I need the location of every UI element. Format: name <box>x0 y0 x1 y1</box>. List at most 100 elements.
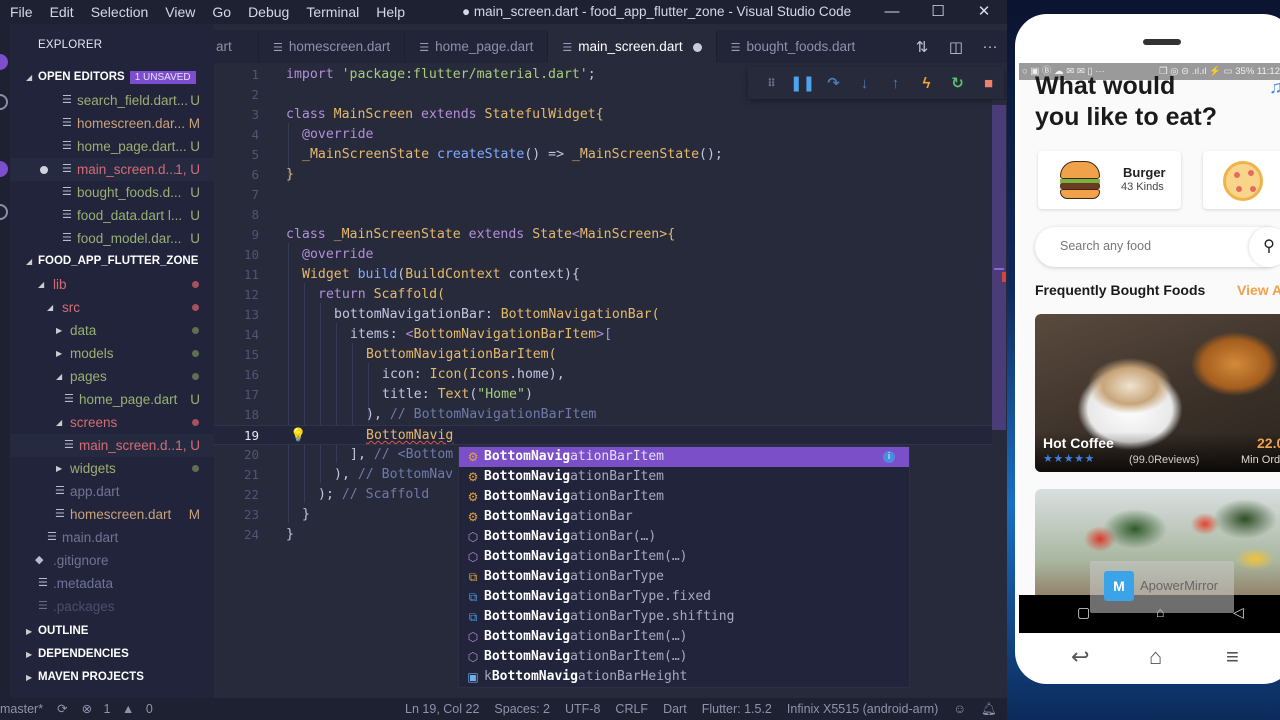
tree-file-gitignore[interactable]: ◆ .gitignore <box>10 549 214 572</box>
suggestion-item[interactable]: ⬡ BottomNavigationBar(…) <box>459 527 909 547</box>
menu-go[interactable]: Go <box>212 4 231 20</box>
editor-tabs: art ☰ homescreen.dart ☰ home_page.dart ☰ ma… <box>214 30 1007 63</box>
tab-home-page[interactable]: ☰ home_page.dart <box>405 30 549 63</box>
tree-folder-lib[interactable]: ◢ lib <box>10 273 214 296</box>
suggestion-item[interactable]: ⧉ BottomNavigationBarType.shifting <box>459 607 909 627</box>
hw-back-icon[interactable]: ↩ <box>1071 644 1089 670</box>
category-card-burger[interactable]: Burger 43 Kinds <box>1038 151 1181 209</box>
menu-help[interactable]: Help <box>376 4 405 20</box>
tree-folder-widgets[interactable]: ▶ widgets <box>10 457 214 480</box>
open-editor-item[interactable]: ☰ home_page.dart... U <box>10 135 214 158</box>
tree-file-main[interactable]: ☰ main.dart <box>10 526 214 549</box>
suggestion-item[interactable]: ⚙ BottomNavigationBar <box>459 507 909 527</box>
food-search-field[interactable]: Search any food ⚲ <box>1035 227 1280 267</box>
line-ending[interactable]: CRLF <box>615 698 648 720</box>
open-editor-item-active[interactable]: ☰ main_screen.d... 1, U <box>10 158 214 181</box>
search-icon[interactable] <box>0 94 8 110</box>
file-icon: ☰ <box>62 209 72 221</box>
language-mode[interactable]: Dart <box>663 698 687 720</box>
close-button[interactable]: ✕ <box>961 0 1007 24</box>
debug-icon[interactable] <box>0 204 8 220</box>
suggestion-item[interactable]: ⬡ BottomNavigationBarItem(…) <box>459 547 909 567</box>
back-icon[interactable]: ◁ <box>1233 604 1244 621</box>
suggestion-item-selected[interactable]: ⚙ BottomNavigationBarItem i <box>459 447 909 467</box>
sync-icon[interactable]: ⟳ <box>57 698 67 720</box>
suggestion-item[interactable]: ▣ kBottomNavigationBarHeight <box>459 667 909 687</box>
split-editor-icon[interactable]: ◫ <box>939 38 973 56</box>
tree-folder-src[interactable]: ◢ src <box>10 296 214 319</box>
explorer-icon[interactable] <box>0 54 8 70</box>
outline-header[interactable]: ▶ OUTLINE <box>10 620 214 643</box>
view-all-link[interactable]: View All <box>1237 282 1280 298</box>
tree-folder-pages[interactable]: ◢ pages <box>10 365 214 388</box>
info-icon[interactable]: i <box>883 451 895 463</box>
maven-projects-header[interactable]: ▶ MAVEN PROJECTS <box>10 666 214 689</box>
tree-file-metadata[interactable]: ☰ .metadata <box>10 572 214 595</box>
menu-view[interactable]: View <box>165 4 195 20</box>
indentation[interactable]: Spaces: 2 <box>494 698 550 720</box>
project-header[interactable]: ◢ FOOD_APP_FLUTTER_ZONE <box>10 250 214 273</box>
open-editor-item[interactable]: ☰ food_data.dart l... U <box>10 204 214 227</box>
tab-homescreen[interactable]: ☰ homescreen.dart <box>259 30 406 63</box>
notification-bell-icon[interactable]: ♫ <box>1269 77 1280 98</box>
cursor-position[interactable]: Ln 19, Col 22 <box>405 698 479 720</box>
open-editor-item[interactable]: ☰ search_field.dart... U <box>10 89 214 112</box>
tab-bought-foods[interactable]: ☰ bought_foods.dart <box>717 30 870 63</box>
tree-folder-screens[interactable]: ◢ screens <box>10 411 214 434</box>
hw-menu-icon[interactable]: ≡ <box>1226 644 1239 670</box>
suggestion-item[interactable]: ⚙ BottomNavigationBarItem <box>459 487 909 507</box>
tree-file-packages[interactable]: ☰ .packages <box>10 595 214 618</box>
suggestion-item[interactable]: ⬡ BottomNavigationBarItem(…) <box>459 647 909 667</box>
problems-indicator[interactable]: ⊗ 1 ▲ 0 <box>82 698 161 720</box>
menu-file[interactable]: File <box>10 4 33 20</box>
file-icon: ☰ <box>62 163 72 175</box>
more-icon[interactable]: ··· <box>973 38 1007 55</box>
activity-bar <box>0 24 10 698</box>
compare-icon[interactable]: ⇅ <box>905 38 939 56</box>
tab-main-screen[interactable]: ☰ main_screen.dart <box>548 30 717 63</box>
notifications-bell-icon[interactable]: 🔔︎ <box>981 698 997 720</box>
suggestion-item[interactable]: ⧉ BottomNavigationBarType <box>459 567 909 587</box>
source-control-icon[interactable] <box>0 161 8 177</box>
open-editor-item[interactable]: ☰ homescreen.dar... M <box>10 112 214 135</box>
unsaved-dot-icon[interactable] <box>692 42 702 52</box>
device-selector[interactable]: Infinix X5515 (android-arm) <box>787 698 938 720</box>
git-branch[interactable]: master* <box>0 698 43 720</box>
menu-edit[interactable]: Edit <box>50 4 74 20</box>
tab-search-field[interactable]: art <box>214 30 259 63</box>
tree-folder-models[interactable]: ▶ models <box>10 342 214 365</box>
tree-file-app[interactable]: ☰ app.dart <box>10 480 214 503</box>
editor-scrollbar[interactable] <box>992 100 1006 698</box>
hw-home-icon[interactable]: ⌂ <box>1149 644 1162 670</box>
menu-debug[interactable]: Debug <box>248 4 289 20</box>
feedback-smiley-icon[interactable]: ☺ <box>953 698 966 720</box>
open-editors-header[interactable]: ◢ OPEN EDITORS 1 UNSAVED <box>10 66 214 89</box>
food-card-hot-coffee[interactable]: Hot Coffee ★★★★★ (99.0Reviews) 22.0 Min … <box>1035 314 1280 472</box>
recents-icon[interactable]: ▢ <box>1077 604 1090 621</box>
menu-terminal[interactable]: Terminal <box>306 4 359 20</box>
maximize-button[interactable]: ☐ <box>915 0 961 24</box>
suggestion-item[interactable]: ⧉ BottomNavigationBarType.fixed <box>459 587 909 607</box>
open-editor-item[interactable]: ☰ bought_foods.d... U <box>10 181 214 204</box>
suggestion-item[interactable]: ⬡ BottomNavigationBarItem(…) <box>459 627 909 647</box>
encoding[interactable]: UTF-8 <box>565 698 600 720</box>
tab-label: home_page.dart <box>435 39 534 54</box>
tree-folder-data[interactable]: ▶ data <box>10 319 214 342</box>
open-editor-item[interactable]: ☰ food_model.dar... U <box>10 227 214 250</box>
lightbulb-icon[interactable]: 💡 <box>290 426 306 446</box>
code-line-current[interactable]: 19 💡 BottomNavig <box>214 425 992 445</box>
flutter-version[interactable]: Flutter: 1.5.2 <box>702 698 772 720</box>
minimize-button[interactable]: — <box>869 0 915 24</box>
status-dot <box>192 419 199 426</box>
burger-icon <box>1060 161 1100 199</box>
tree-file-main-screen[interactable]: ☰ main_screen.d... 1, U <box>10 434 214 457</box>
tree-file-home-page[interactable]: ☰ home_page.dart U <box>10 388 214 411</box>
category-card-pizza[interactable] <box>1203 151 1280 209</box>
menu-selection[interactable]: Selection <box>91 4 149 20</box>
dependencies-header[interactable]: ▶ DEPENDENCIES <box>10 643 214 666</box>
search-icon[interactable]: ⚲ <box>1249 227 1280 267</box>
tree-file-homescreen[interactable]: ☰ homescreen.dart M <box>10 503 214 526</box>
git-icon: ◆ <box>35 554 44 566</box>
unsaved-dot-icon[interactable] <box>40 166 48 174</box>
suggestion-item[interactable]: ⚙ BottomNavigationBarItem <box>459 467 909 487</box>
